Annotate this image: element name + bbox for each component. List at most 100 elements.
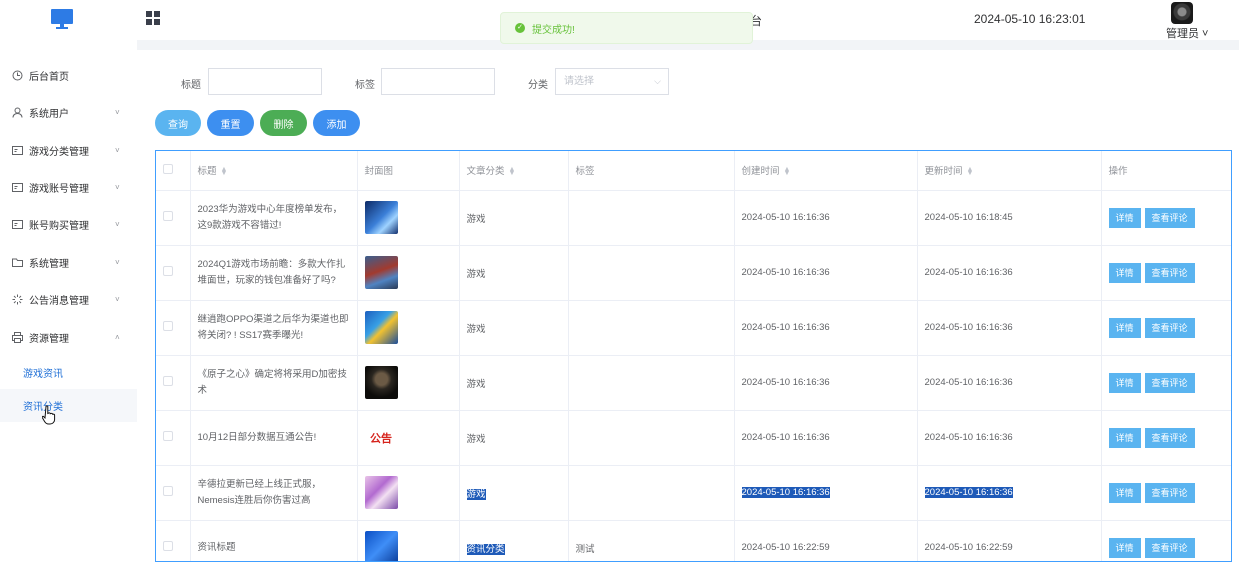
row-checkbox[interactable] — [163, 486, 173, 496]
sidebar-item-account-purchase[interactable]: 账号购买管理 ˅ — [0, 206, 137, 243]
select-all-cell — [156, 151, 191, 191]
row-actions: 详情 查看评论 — [1101, 190, 1231, 246]
sidebar-item-announcements[interactable]: 公告消息管理 ˅ — [0, 281, 137, 318]
row-category: 游戏 — [459, 355, 569, 411]
row-cover-cell — [357, 355, 460, 411]
hand-pointer-icon — [42, 405, 56, 425]
sidebar-subitem-news-category[interactable]: 资讯分类 — [0, 389, 137, 422]
table-row: 10月12日部分数据互通公告! 公告 游戏 2024-05-10 16:16:3… — [156, 410, 1231, 466]
col-created[interactable]: 创建时间 ▲ ▼ — [734, 151, 918, 191]
view-comments-button[interactable]: 查看评论 — [1144, 207, 1195, 228]
row-updated: 2024-05-10 16:16:36 — [924, 487, 1013, 498]
user-icon — [12, 107, 23, 118]
col-category[interactable]: 文章分类 ▲ ▼ — [459, 151, 569, 191]
row-created: 2024-05-10 16:16:36 — [734, 300, 918, 356]
row-checkbox[interactable] — [163, 266, 173, 276]
view-comments-button[interactable]: 查看评论 — [1144, 427, 1195, 448]
detail-button[interactable]: 详情 — [1108, 207, 1141, 228]
row-checkbox[interactable] — [163, 541, 173, 551]
detail-button[interactable]: 详情 — [1108, 372, 1141, 393]
delete-button[interactable]: 删除 — [260, 110, 307, 136]
sidebar-item-system-management[interactable]: 系统管理 ˅ — [0, 244, 137, 281]
sort-icon[interactable]: ▲ ▼ — [221, 166, 228, 177]
row-category: 资讯分类 — [466, 543, 505, 555]
chevron-down-icon: ˅ — [115, 183, 120, 192]
sort-icon[interactable]: ▲ ▼ — [784, 166, 791, 177]
view-comments-button[interactable]: 查看评论 — [1144, 537, 1195, 558]
view-comments-button[interactable]: 查看评论 — [1144, 262, 1195, 283]
sidebar-item-system-users[interactable]: 系统用户 ˅ — [0, 94, 137, 131]
sidebar-item-game-account[interactable]: 游戏账号管理 ˅ — [0, 169, 137, 206]
sidebar-item-label: 账号购买管理 — [29, 221, 89, 232]
row-select-cell — [156, 410, 191, 466]
table-row: 2023华为游戏中心年度榜单发布，这9款游戏不容错过! 游戏 2024-05-1… — [156, 190, 1231, 246]
tag-filter-input[interactable] — [381, 68, 495, 95]
sidebar-item-home[interactable]: 后台首页 — [0, 57, 137, 94]
view-comments-button[interactable]: 查看评论 — [1144, 372, 1195, 393]
reset-button[interactable]: 重置 — [207, 110, 254, 136]
view-comments-button[interactable]: 查看评论 — [1144, 482, 1195, 503]
sidebar-subitem-game-news[interactable]: 游戏资讯 — [0, 356, 137, 389]
sidebar: 后台首页 系统用户 ˅ 游戏分类管理 ˅ 游戏账号管理 ˅ 账号购买管理 ˅ 系… — [0, 40, 137, 562]
chevron-up-icon: ˄ — [115, 333, 120, 342]
detail-button[interactable]: 详情 — [1108, 537, 1141, 558]
row-category: 游戏 — [459, 410, 569, 466]
grid-menu-icon[interactable] — [146, 11, 160, 25]
detail-button[interactable]: 详情 — [1108, 482, 1141, 503]
col-cover: 封面图 — [357, 151, 460, 191]
row-checkbox[interactable] — [163, 376, 173, 386]
toast-message: 提交成功! — [532, 24, 575, 36]
select-all-checkbox[interactable] — [163, 163, 173, 174]
row-checkbox[interactable] — [163, 431, 173, 441]
row-category: 游戏 — [459, 300, 569, 356]
sidebar-subitem-label: 游戏资讯 — [23, 369, 63, 380]
sidebar-item-label: 系统管理 — [29, 259, 69, 270]
row-checkbox[interactable] — [163, 211, 173, 221]
row-updated-cell: 2024-05-10 16:16:36 — [917, 465, 1102, 521]
view-comments-button[interactable]: 查看评论 — [1144, 317, 1195, 338]
row-actions: 详情 查看评论 — [1101, 465, 1231, 521]
row-title: 10月12日部分数据互通公告! — [190, 410, 358, 466]
sidebar-item-resources[interactable]: 资源管理 ˄ — [0, 319, 137, 356]
detail-button[interactable]: 详情 — [1108, 427, 1141, 448]
monitor-logo-icon — [51, 9, 73, 29]
chevron-down-icon: ˅ — [115, 146, 120, 155]
avatar[interactable] — [1171, 2, 1193, 24]
row-tag: 测试 — [568, 520, 735, 561]
row-title: 辛德拉更新已经上线正式服，Nemesis连胜后你伤害过高 — [190, 465, 358, 521]
detail-button[interactable]: 详情 — [1108, 317, 1141, 338]
sort-icon[interactable]: ▲ ▼ — [967, 166, 974, 177]
add-button[interactable]: 添加 — [313, 110, 360, 136]
row-category: 游戏 — [459, 190, 569, 246]
row-title: 2023华为游戏中心年度榜单发布，这9款游戏不容错过! — [190, 190, 358, 246]
col-title[interactable]: 标题 ▲ ▼ — [190, 151, 358, 191]
card-icon — [12, 220, 23, 229]
folder-icon — [12, 258, 23, 267]
query-button[interactable]: 查询 — [155, 110, 201, 136]
title-filter-label: 标题 — [181, 80, 201, 91]
col-actions: 操作 — [1101, 151, 1231, 191]
category-select[interactable]: 请选择 ⌵ — [555, 68, 669, 95]
col-actions-label: 操作 — [1108, 166, 1128, 178]
user-menu[interactable]: 管理员 ˅ — [1166, 25, 1208, 41]
row-updated: 2024-05-10 16:16:36 — [917, 300, 1102, 356]
card-icon — [12, 183, 23, 192]
sidebar-item-game-category[interactable]: 游戏分类管理 ˅ — [0, 132, 137, 169]
row-title: 2024Q1游戏市场前瞻：多款大作扎堆面世，玩家的钱包准备好了吗? — [190, 245, 358, 301]
detail-button[interactable]: 详情 — [1108, 262, 1141, 283]
col-updated[interactable]: 更新时间 ▲ ▼ — [917, 151, 1102, 191]
sidebar-item-label: 游戏分类管理 — [29, 147, 89, 158]
category-select-placeholder: 请选择 — [564, 76, 594, 87]
printer-icon — [12, 332, 23, 343]
row-tag — [568, 355, 735, 411]
row-category-cell: 游戏 — [459, 465, 569, 521]
title-filter-input[interactable] — [208, 68, 322, 95]
row-checkbox[interactable] — [163, 321, 173, 331]
col-updated-label: 更新时间 — [924, 166, 963, 178]
sort-icon[interactable]: ▲ ▼ — [509, 166, 516, 177]
row-category: 游戏 — [466, 488, 486, 500]
row-created: 2024-05-10 16:16:36 — [734, 190, 918, 246]
table-row: 资讯标题 资讯分类 测试 2024-05-10 16:22:59 2024-05… — [156, 520, 1231, 561]
row-created: 2024-05-10 16:16:36 — [741, 487, 830, 498]
row-created-cell: 2024-05-10 16:16:36 — [734, 465, 918, 521]
